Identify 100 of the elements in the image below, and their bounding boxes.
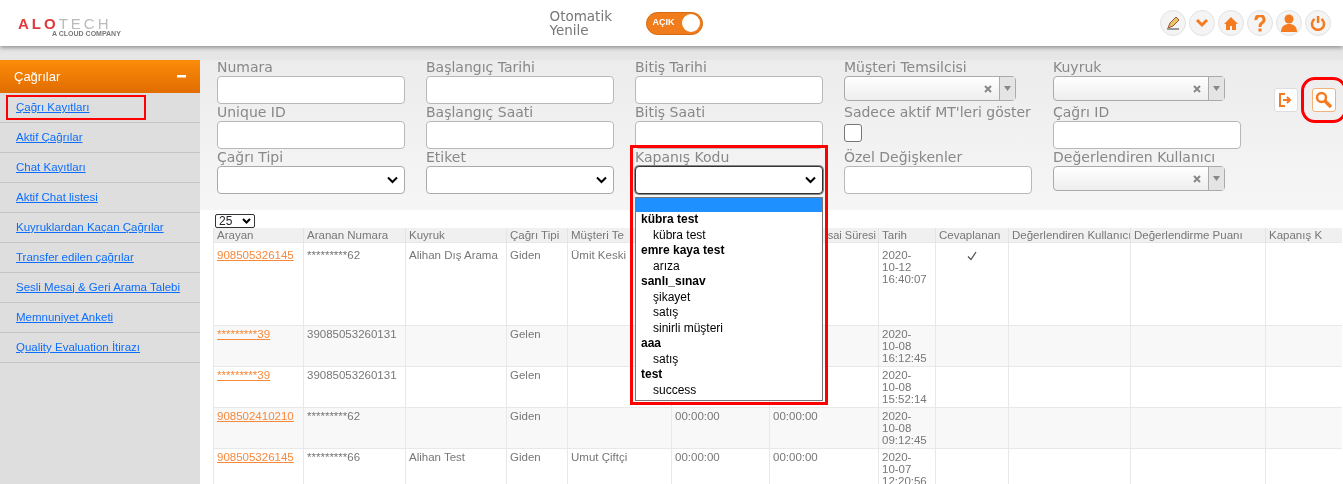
field-label: Başlangıç Tarihi bbox=[426, 58, 536, 76]
table-cell: *********62 bbox=[307, 410, 361, 422]
field-label: Sadece aktif MT'leri göster bbox=[844, 103, 1032, 121]
field-label: Çağrı Tipi bbox=[217, 148, 285, 166]
caller-link[interactable]: *********39 bbox=[217, 369, 271, 381]
input-field[interactable] bbox=[426, 76, 614, 104]
caret-icon bbox=[1004, 86, 1011, 91]
table-cell: *********66 bbox=[307, 451, 361, 463]
table-cell: 39085053260131 bbox=[307, 328, 397, 340]
input-field[interactable] bbox=[217, 121, 405, 149]
page-size-select[interactable]: 25 bbox=[215, 214, 255, 228]
caller-link[interactable]: 908505326145 bbox=[217, 249, 294, 261]
sidebar-item[interactable]: Sesli Mesaj & Geri Arama Talebi bbox=[6, 274, 191, 301]
sidebar-item[interactable]: Transfer edilen çağrılar bbox=[6, 244, 144, 271]
field-label: Bitiş Saati bbox=[635, 103, 707, 121]
clear-icon[interactable] bbox=[1193, 174, 1201, 183]
field-label: Kuyruk bbox=[1053, 58, 1103, 76]
field-label: Müşteri Temsilcisi bbox=[844, 58, 968, 76]
table-cell: Alihan Test bbox=[409, 451, 466, 463]
field-label: Etiket bbox=[426, 148, 467, 166]
input-field[interactable] bbox=[1053, 121, 1241, 149]
user-icon bbox=[1280, 14, 1298, 32]
select-field[interactable] bbox=[844, 76, 1016, 101]
field-label: Özel Değişkenler bbox=[844, 148, 964, 166]
table-cell: Gelen bbox=[510, 328, 541, 340]
table-cell: Giden bbox=[510, 410, 541, 422]
dropdown-option[interactable]: sinirli müşteri bbox=[636, 320, 822, 336]
table-cell: 2020-10-08 15:52:14 bbox=[882, 369, 927, 405]
field-label: Numara bbox=[217, 58, 274, 76]
auto-refresh-toggle[interactable]: AÇIK bbox=[645, 11, 703, 35]
chevron-down-icon bbox=[805, 176, 816, 184]
table-cell: 00:00:00 bbox=[675, 410, 720, 422]
table-cell: Gelen bbox=[510, 369, 541, 381]
table-cell: Umut Çiftçi bbox=[571, 451, 628, 463]
caret-icon bbox=[1213, 86, 1220, 91]
dropdown-option[interactable]: arıza bbox=[636, 258, 822, 274]
field-label: Değerlendiren Kullanıcı bbox=[1053, 148, 1217, 166]
dropdown-option[interactable]: success bbox=[636, 382, 822, 398]
power-button[interactable] bbox=[1305, 10, 1331, 36]
table-cell: 00:00:00 bbox=[675, 451, 720, 463]
option-group-label: sanlı_sınav bbox=[640, 274, 707, 290]
dropdown-option[interactable]: satış bbox=[636, 351, 822, 367]
option-group-label: test bbox=[640, 367, 664, 383]
select-field[interactable] bbox=[635, 166, 823, 194]
chevron-down-button[interactable] bbox=[1189, 10, 1215, 36]
chevron-down-icon bbox=[387, 176, 398, 184]
sidebar-item[interactable]: Aktif Çağrılar bbox=[6, 124, 93, 151]
input-field[interactable] bbox=[217, 76, 405, 104]
select-field[interactable] bbox=[1053, 166, 1225, 191]
dropdown-option[interactable]: satış bbox=[636, 305, 822, 321]
export-button[interactable] bbox=[1274, 88, 1298, 112]
caller-link[interactable]: 908505326145 bbox=[217, 451, 294, 463]
input-field[interactable] bbox=[844, 166, 1032, 194]
home-button[interactable] bbox=[1218, 10, 1244, 36]
option-group-label: aaa bbox=[640, 336, 663, 352]
check-icon bbox=[967, 250, 977, 261]
select-field[interactable] bbox=[1053, 76, 1225, 101]
table-cell: Giden bbox=[510, 451, 541, 463]
clear-icon[interactable] bbox=[984, 84, 992, 93]
exit-icon bbox=[1279, 93, 1293, 107]
sidebar-item[interactable]: Çağrı Kayıtları bbox=[6, 94, 146, 121]
table-cell: Giden bbox=[510, 249, 541, 261]
user-button[interactable] bbox=[1276, 10, 1302, 36]
chevron-down-icon bbox=[596, 176, 607, 184]
table-cell: 00:00:00 bbox=[773, 410, 818, 422]
input-field[interactable] bbox=[635, 76, 823, 104]
table-cell: Alihan Dış Arama bbox=[409, 249, 498, 261]
field-label: Unique ID bbox=[217, 103, 287, 121]
select-field[interactable] bbox=[426, 166, 614, 194]
clear-icon[interactable] bbox=[1193, 84, 1201, 93]
caret-icon bbox=[1213, 176, 1220, 181]
help-button[interactable] bbox=[1247, 10, 1273, 36]
option-group-label: emre kaya test bbox=[640, 243, 726, 259]
sidebar-item[interactable]: Aktif Chat listesi bbox=[6, 184, 108, 211]
field-label: Bitiş Tarihi bbox=[635, 58, 708, 76]
sidebar-item[interactable]: Memnuniyet Anketi bbox=[6, 304, 124, 331]
table-cell: 39085053260131 bbox=[307, 369, 397, 381]
search-icon bbox=[1315, 91, 1333, 109]
chevron-down-icon bbox=[1195, 18, 1209, 28]
sidebar-section-title: Çağrılar bbox=[14, 67, 61, 86]
sidebar-item[interactable]: Quality Evaluation İtirazı bbox=[6, 334, 150, 361]
pencil-button[interactable] bbox=[1160, 10, 1186, 36]
sidebar-header[interactable]: Çağrılar bbox=[0, 60, 200, 93]
dropdown-option[interactable]: kübra test bbox=[636, 227, 822, 243]
logo: ALO TECH bbox=[18, 15, 112, 31]
checkbox[interactable] bbox=[844, 124, 862, 142]
select-field[interactable] bbox=[217, 166, 405, 194]
dropdown-option[interactable]: şikayet bbox=[636, 289, 822, 305]
caller-link[interactable]: *********39 bbox=[217, 328, 271, 340]
field-label: Çağrı ID bbox=[1053, 103, 1111, 121]
input-field[interactable] bbox=[426, 121, 614, 149]
field-label: Kapanış Kodu bbox=[635, 148, 731, 166]
table-cell: Ümit Keski bbox=[571, 249, 626, 261]
sidebar-item[interactable]: Chat Kayıtları bbox=[6, 154, 96, 181]
table-cell: 2020-10-08 09:12:45 bbox=[882, 410, 927, 446]
table-cell: 2020-10-08 16:12:45 bbox=[882, 328, 927, 364]
chevron-down-icon bbox=[242, 218, 251, 224]
auto-refresh-label: Otomatik Yenile bbox=[549, 9, 613, 37]
table-cell: *********62 bbox=[307, 249, 361, 261]
sidebar-item[interactable]: Kuyruklardan Kaçan Çağrılar bbox=[6, 214, 174, 241]
